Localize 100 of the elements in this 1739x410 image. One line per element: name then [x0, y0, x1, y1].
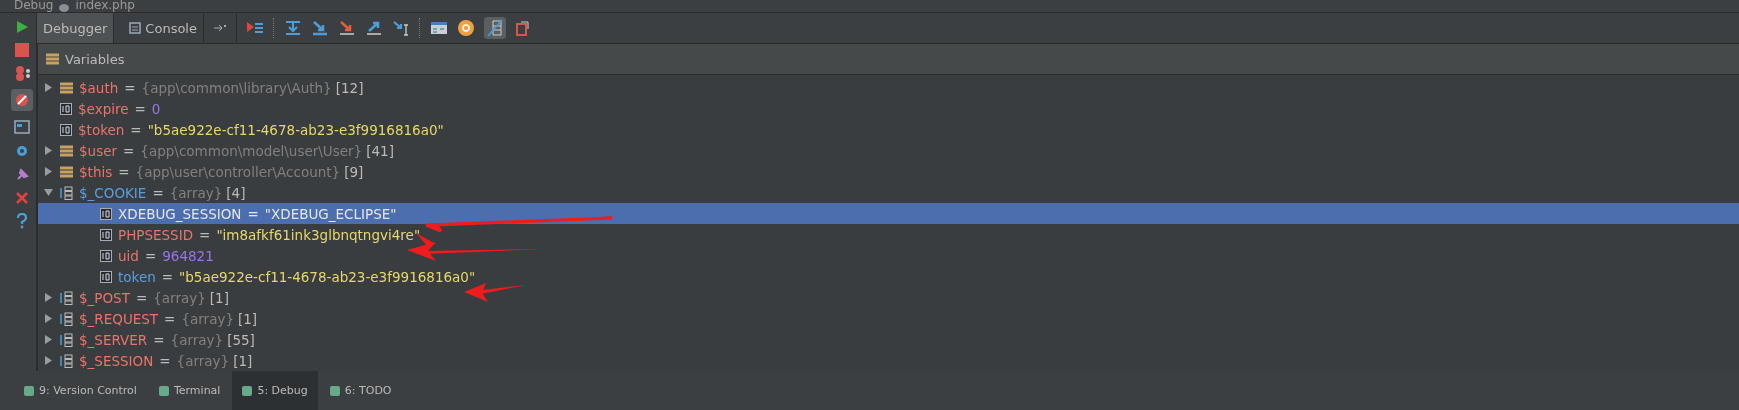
- equals-sign: =: [199, 226, 211, 243]
- item-count: [12]: [335, 79, 364, 96]
- variable-value: "b5ae922e-cf11-4678-ab23-e3f9916816a0": [147, 121, 444, 138]
- variable-value: "im8afkf61ink3glbnqtngvi4re": [216, 226, 421, 243]
- force-step-into-icon[interactable]: [337, 20, 356, 36]
- step-over-icon[interactable]: [283, 20, 302, 36]
- mute-breakpoints-icon[interactable]: [11, 89, 33, 111]
- item-count: [1]: [209, 289, 229, 306]
- equals-sign: =: [123, 142, 135, 159]
- variable-row[interactable]: $token = "b5ae922e-cf11-4678-ab23-e3f9916816a0": [38, 119, 1739, 140]
- variable-name: $expire: [78, 100, 129, 117]
- file-name: index.php: [75, 0, 135, 11]
- step-into-icon[interactable]: [310, 20, 329, 36]
- primitive-icon: [60, 102, 72, 115]
- equals-sign: =: [135, 289, 148, 306]
- variable-row[interactable]: PHPSESSID = "im8afkf61ink3glbnqtngvi4re": [38, 224, 1739, 245]
- resume-icon[interactable]: [14, 19, 30, 35]
- variable-row[interactable]: $this = {app\user\controller\Account} [9]: [38, 161, 1739, 182]
- primitive-icon: [100, 249, 112, 262]
- object-icon: [60, 144, 73, 157]
- collapse-arrow-icon[interactable]: [43, 188, 53, 197]
- expand-arrow-icon[interactable]: [43, 146, 53, 155]
- variable-name: $auth: [79, 79, 119, 96]
- show-execution-point-icon[interactable]: [245, 20, 264, 36]
- expand-arrow-icon[interactable]: [43, 356, 53, 365]
- variable-row[interactable]: $_REQUEST = {array} [1]: [38, 308, 1739, 329]
- list-toggle-icon[interactable]: [483, 17, 506, 39]
- variable-type: {array}: [153, 289, 206, 306]
- variable-type: {app\user\controller\Account}: [135, 163, 341, 180]
- run-to-cursor-icon[interactable]: [391, 20, 410, 36]
- variable-name: $_POST: [79, 289, 130, 306]
- equals-sign: =: [144, 247, 157, 264]
- array-icon: [60, 332, 73, 347]
- expand-arrow-icon[interactable]: [43, 335, 53, 344]
- variable-type: {app\common\model\user\User}: [140, 142, 363, 159]
- variable-row[interactable]: $expire = 0: [38, 98, 1739, 119]
- close-icon[interactable]: [15, 191, 29, 205]
- restore-layout-icon[interactable]: [212, 23, 227, 33]
- window-title: Debug: [14, 0, 54, 11]
- variable-row[interactable]: uid = 964821: [38, 245, 1739, 266]
- variable-row[interactable]: $user = {app\common\model\user\User} [41]: [38, 140, 1739, 161]
- equals-sign: =: [247, 205, 259, 222]
- variable-name: $_COOKIE: [79, 184, 147, 201]
- variable-row[interactable]: XDEBUG_SESSION = "XDEBUG_ECLIPSE": [38, 203, 1739, 224]
- tool-window-tab[interactable]: Terminal: [148, 371, 231, 410]
- variable-type: {array}: [170, 331, 224, 348]
- export-icon[interactable]: [514, 20, 531, 36]
- variable-name: $user: [79, 142, 118, 159]
- equals-sign: =: [130, 121, 142, 138]
- variable-row[interactable]: $_POST = {array} [1]: [38, 287, 1739, 308]
- equals-sign: =: [118, 163, 130, 180]
- tool-window-tab[interactable]: 5: Debug: [232, 371, 318, 410]
- tool-window-tab[interactable]: 6: TODO: [319, 371, 402, 410]
- variable-row[interactable]: token = "b5ae922e-cf11-4678-ab23-e3f9916816a0": [38, 266, 1739, 287]
- variable-row[interactable]: $auth = {app\common\library\Auth} [12]: [38, 77, 1739, 98]
- item-count: [1]: [233, 352, 253, 369]
- variable-name: PHPSESSID: [118, 226, 194, 243]
- variable-name: $_SERVER: [79, 331, 148, 348]
- equals-sign: =: [152, 184, 164, 201]
- variable-type: {array}: [169, 184, 223, 201]
- variable-name: uid: [118, 247, 139, 264]
- console-icon: [129, 22, 142, 34]
- item-count: [9]: [344, 163, 364, 180]
- variable-value: "XDEBUG_ECLIPSE": [264, 205, 397, 222]
- equals-sign: =: [134, 100, 146, 117]
- variable-value: "b5ae922e-cf11-4678-ab23-e3f9916816a0": [179, 268, 476, 285]
- step-out-icon[interactable]: [364, 20, 383, 36]
- object-icon: [60, 165, 73, 178]
- variable-row[interactable]: $_COOKIE = {array} [4]: [38, 182, 1739, 203]
- expand-arrow-icon[interactable]: [43, 167, 53, 176]
- item-count: [55]: [227, 331, 255, 348]
- variable-type: {array}: [176, 352, 230, 369]
- item-count: [1]: [238, 310, 258, 327]
- tab[interactable]: Debugger: [37, 13, 115, 43]
- layout-icon[interactable]: [14, 119, 30, 135]
- tool-window-tab[interactable]: 9: Version Control: [14, 371, 147, 410]
- evaluate-icon[interactable]: [429, 20, 448, 36]
- expand-arrow-icon[interactable]: [43, 293, 53, 302]
- variable-name: $this: [79, 163, 113, 180]
- variable-row[interactable]: $_SERVER = {array} [55]: [38, 329, 1739, 350]
- variable-value: 0: [151, 100, 161, 117]
- help-icon[interactable]: [15, 213, 29, 229]
- variable-row[interactable]: $_SESSION = {array} [1]: [38, 350, 1739, 371]
- variable-name: $_REQUEST: [79, 310, 159, 327]
- item-count: [4]: [226, 184, 246, 201]
- panel-title: Variables: [65, 51, 125, 67]
- item-count: [41]: [366, 142, 394, 159]
- stack-icon: [46, 53, 59, 65]
- primitive-icon: [60, 123, 72, 136]
- variable-name: $_SESSION: [79, 352, 154, 369]
- equals-sign: =: [164, 310, 176, 327]
- expand-arrow-icon[interactable]: [43, 314, 53, 323]
- variable-type: {array}: [181, 310, 234, 327]
- primitive-icon: [100, 270, 112, 283]
- breakpoints-icon[interactable]: [13, 65, 31, 81]
- array-icon: [60, 290, 73, 305]
- expand-arrow-icon[interactable]: [43, 83, 53, 92]
- equals-sign: =: [161, 268, 174, 285]
- variable-name: XDEBUG_SESSION: [118, 205, 242, 222]
- equals-sign: =: [124, 79, 136, 96]
